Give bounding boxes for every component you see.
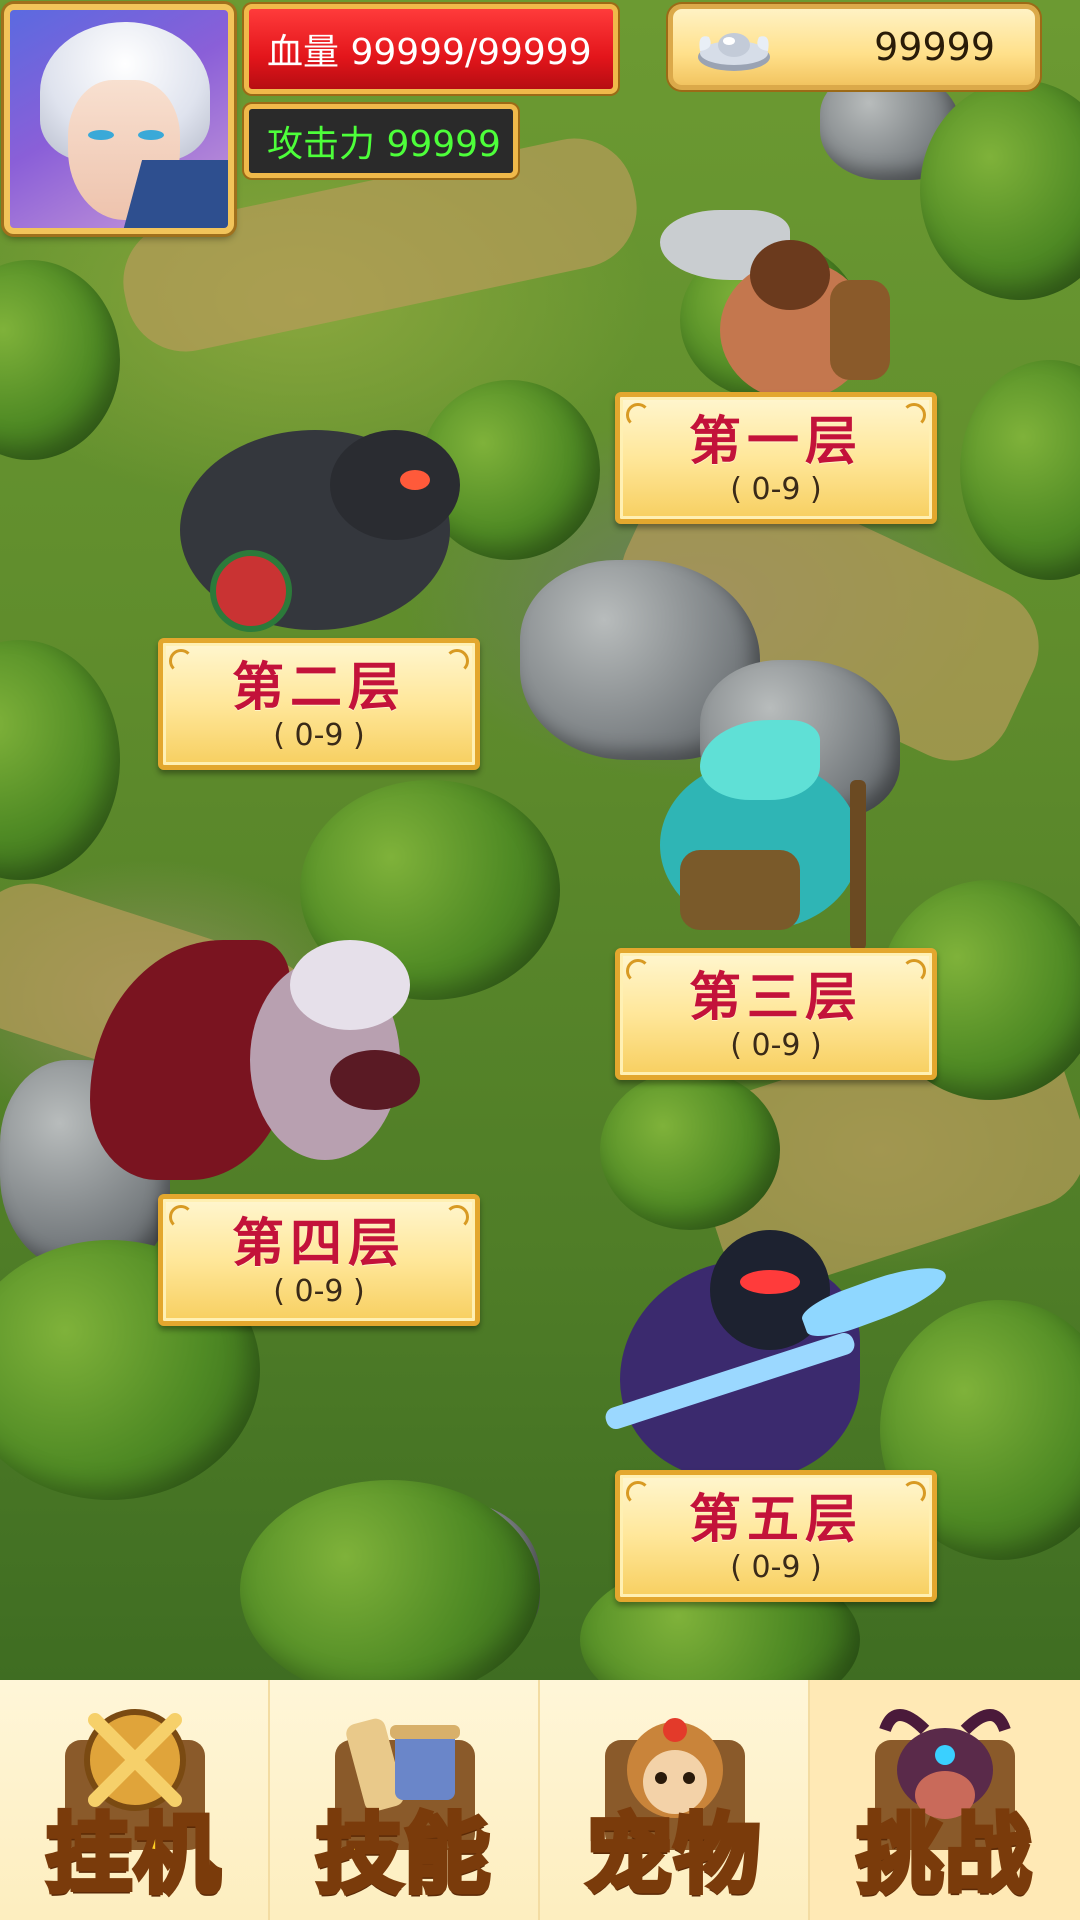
- player-avatar[interactable]: [4, 4, 234, 234]
- fish-warrior-monster: [620, 720, 920, 950]
- avatar-eye: [88, 130, 114, 140]
- floor-title: 第二层: [231, 657, 406, 718]
- tree: [0, 640, 120, 880]
- nav-label: 挂机: [44, 1803, 223, 1908]
- floor-5-button[interactable]: 第五层 ( 0-9 ): [615, 1470, 937, 1602]
- nav-pet-button[interactable]: 宠物: [540, 1680, 810, 1920]
- attack-bar: 攻击力 99999: [244, 104, 518, 178]
- barbarian-monster: [640, 200, 920, 400]
- nav-skill-button[interactable]: 技能: [270, 1680, 540, 1920]
- tree: [600, 1070, 780, 1230]
- floor-title: 第三层: [688, 967, 863, 1028]
- floor-title: 第四层: [231, 1213, 406, 1274]
- hp-bar: 血量 99999/99999: [244, 4, 618, 94]
- floor-range: ( 0-9 ): [730, 1550, 822, 1585]
- floor-3-button[interactable]: 第三层 ( 0-9 ): [615, 948, 937, 1080]
- attack-text: 攻击力 99999: [267, 124, 501, 165]
- floor-title: 第一层: [688, 411, 863, 472]
- dark-knight-monster: [600, 1220, 960, 1490]
- bottom-nav: 挂机 技能 宠物 挑战: [0, 1680, 1080, 1920]
- tree: [0, 260, 120, 460]
- bear-monster: [150, 410, 480, 640]
- silver-ingot-icon: [698, 33, 770, 71]
- nav-label: 挑战: [855, 1803, 1034, 1908]
- currency-bar[interactable]: 99999: [668, 4, 1040, 90]
- floor-range: ( 0-9 ): [730, 472, 822, 507]
- nav-label: 宠物: [584, 1803, 763, 1908]
- floor-1-button[interactable]: 第一层 ( 0-9 ): [615, 392, 937, 524]
- demon-succubus-monster: [90, 900, 470, 1200]
- nav-challenge-button[interactable]: 挑战: [810, 1680, 1080, 1920]
- floor-title: 第五层: [688, 1489, 863, 1550]
- floor-range: ( 0-9 ): [730, 1028, 822, 1063]
- floor-range: ( 0-9 ): [273, 1274, 365, 1309]
- currency-value: 99999: [874, 25, 995, 69]
- nav-label: 技能: [314, 1803, 493, 1908]
- avatar-eye: [138, 130, 164, 140]
- floor-4-button[interactable]: 第四层 ( 0-9 ): [158, 1194, 480, 1326]
- tree: [960, 360, 1080, 580]
- floor-2-button[interactable]: 第二层 ( 0-9 ): [158, 638, 480, 770]
- hp-text: 血量 99999/99999: [267, 32, 592, 73]
- floor-range: ( 0-9 ): [273, 718, 365, 753]
- nav-idle-button[interactable]: 挂机: [0, 1680, 270, 1920]
